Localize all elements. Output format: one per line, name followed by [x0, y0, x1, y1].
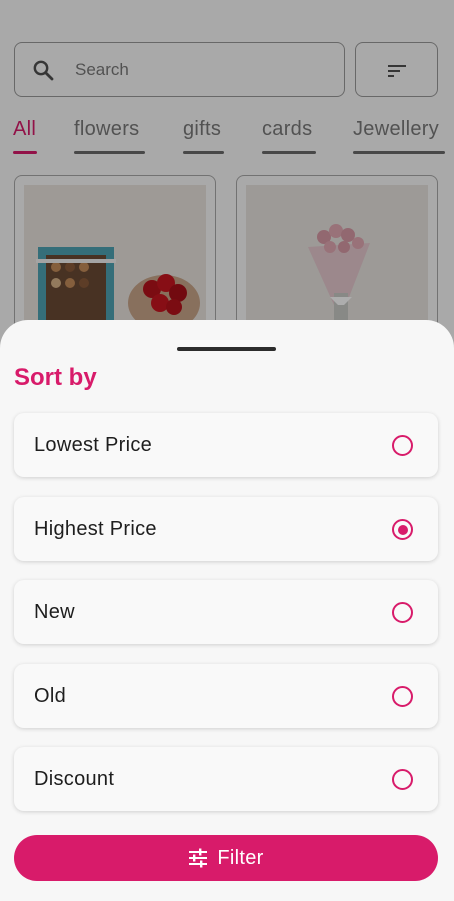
sort-option-label: Discount [34, 768, 115, 790]
sort-option-discount[interactable]: Discount [14, 747, 438, 811]
radio-button[interactable] [392, 686, 413, 707]
sort-option-old[interactable]: Old [14, 664, 438, 728]
sheet-title: Sort by [14, 364, 97, 391]
sort-option-lowest-price[interactable]: Lowest Price [14, 413, 438, 477]
sort-bottom-sheet: Sort by Lowest Price Highest Price New O… [0, 320, 454, 901]
sort-option-highest-price[interactable]: Highest Price [14, 497, 438, 561]
sort-option-label: Old [34, 685, 67, 707]
radio-button[interactable] [392, 435, 413, 456]
radio-button[interactable] [392, 519, 413, 540]
filter-button-label: Filter [217, 846, 264, 869]
sort-option-label: New [34, 601, 75, 623]
tune-icon [189, 848, 208, 868]
radio-button[interactable] [392, 602, 413, 623]
drag-handle[interactable] [177, 347, 276, 351]
filter-button[interactable]: Filter [14, 835, 438, 881]
sort-option-label: Lowest Price [34, 434, 153, 456]
radio-button[interactable] [392, 769, 413, 790]
sort-option-new[interactable]: New [14, 580, 438, 644]
sort-option-label: Highest Price [34, 518, 157, 540]
radio-selected-dot [397, 524, 408, 535]
